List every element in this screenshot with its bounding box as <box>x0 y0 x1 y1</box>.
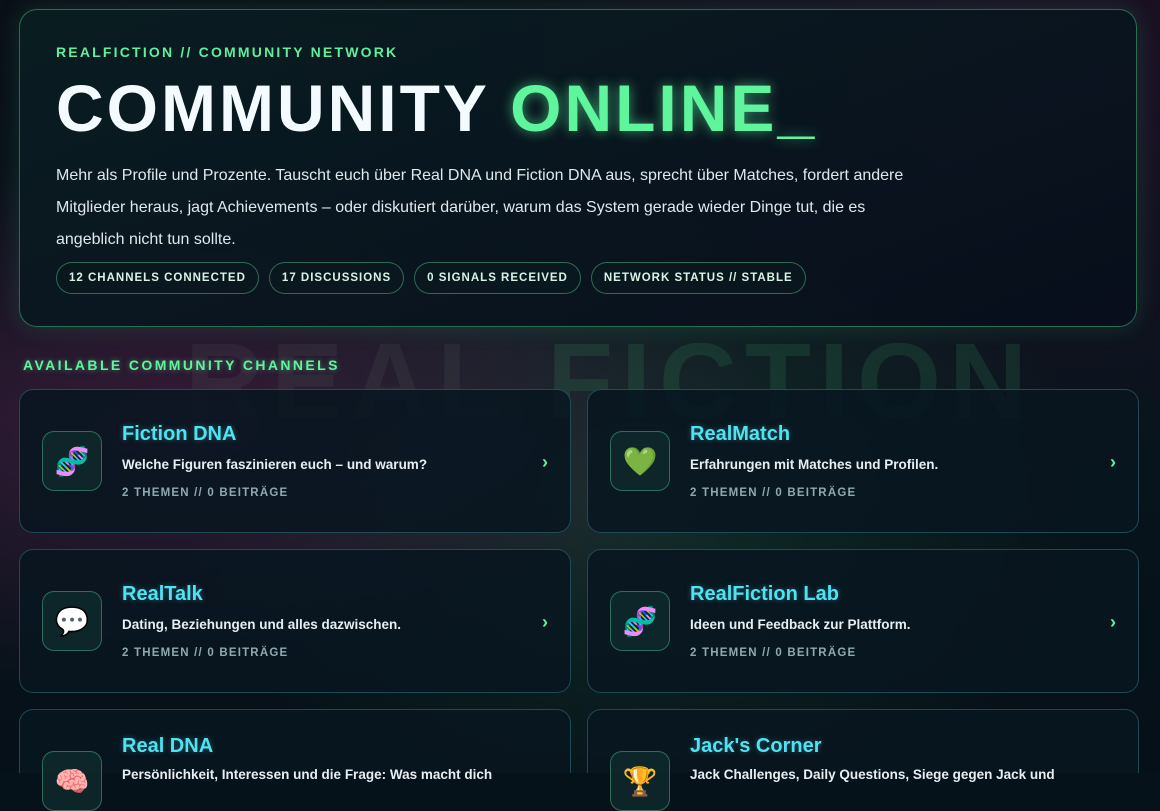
stat-signals-pill: 0 SIGNALS RECEIVED <box>414 262 581 294</box>
channel-title: Jack's Corner <box>690 735 822 758</box>
channel-title: Fiction DNA <box>122 423 236 446</box>
hero-panel: REALFICTION // COMMUNITY NETWORK COMMUNI… <box>19 9 1137 327</box>
channel-card-realmatch[interactable]: 💚 RealMatch Erfahrungen mit Matches und … <box>587 389 1139 533</box>
speech-bubble-icon: 💬 <box>42 591 102 651</box>
channel-card-fiction-dna[interactable]: 🧬 Fiction DNA Welche Figuren faszinieren… <box>19 389 571 533</box>
stat-channels-pill: 12 CHANNELS CONNECTED <box>56 262 259 294</box>
channel-card-jacks-corner[interactable]: 🏆 Jack's Corner Jack Challenges, Daily Q… <box>587 709 1139 773</box>
stat-discussions-pill: 17 DISCUSSIONS <box>269 262 404 294</box>
trophy-icon: 🏆 <box>610 751 670 811</box>
stat-network-status-pill: NETWORK STATUS // STABLE <box>591 262 806 294</box>
chevron-right-icon: › <box>542 452 548 473</box>
stats-pills: 12 CHANNELS CONNECTED 17 DISCUSSIONS 0 S… <box>56 262 806 294</box>
channel-description: Welche Figuren faszinieren euch – und wa… <box>122 457 427 472</box>
green-heart-icon: 💚 <box>610 431 670 491</box>
channel-title: Real DNA <box>122 735 213 758</box>
section-label: AVAILABLE COMMUNITY CHANNELS <box>23 357 340 373</box>
channel-description: Persönlichkeit, Interessen und die Frage… <box>122 767 492 782</box>
hero-description: Mehr als Profile und Prozente. Tauscht e… <box>56 160 936 256</box>
hero-eyebrow: REALFICTION // COMMUNITY NETWORK <box>56 44 1100 60</box>
channel-title: RealFiction Lab <box>690 583 839 606</box>
channel-card-real-dna[interactable]: 🧠 Real DNA Persönlichkeit, Interessen un… <box>19 709 571 773</box>
dna-icon: 🧬 <box>610 591 670 651</box>
page-title: COMMUNITY ONLINE_ <box>56 68 1100 148</box>
chevron-right-icon: › <box>1110 612 1116 633</box>
channel-title: RealTalk <box>122 583 203 606</box>
brain-icon: 🧠 <box>42 751 102 811</box>
chevron-right-icon: › <box>1110 452 1116 473</box>
channel-meta: 2 THEMEN // 0 BEITRÄGE <box>122 647 288 659</box>
title-accent: ONLINE_ <box>510 71 817 145</box>
channel-meta: 2 THEMEN // 0 BEITRÄGE <box>690 487 856 499</box>
channel-card-realfiction-lab[interactable]: 🧬 RealFiction Lab Ideen und Feedback zur… <box>587 549 1139 693</box>
channel-title: RealMatch <box>690 423 790 446</box>
channel-description: Erfahrungen mit Matches und Profilen. <box>690 457 938 472</box>
title-main: COMMUNITY <box>56 71 510 145</box>
channel-description: Ideen und Feedback zur Plattform. <box>690 617 911 632</box>
chevron-right-icon: › <box>542 612 548 633</box>
channel-card-realtalk[interactable]: 💬 RealTalk Dating, Beziehungen und alles… <box>19 549 571 693</box>
channel-description: Jack Challenges, Daily Questions, Siege … <box>690 767 1055 782</box>
channel-meta: 2 THEMEN // 0 BEITRÄGE <box>690 647 856 659</box>
dna-icon: 🧬 <box>42 431 102 491</box>
channel-description: Dating, Beziehungen und alles dazwischen… <box>122 617 401 632</box>
channel-meta: 2 THEMEN // 0 BEITRÄGE <box>122 487 288 499</box>
